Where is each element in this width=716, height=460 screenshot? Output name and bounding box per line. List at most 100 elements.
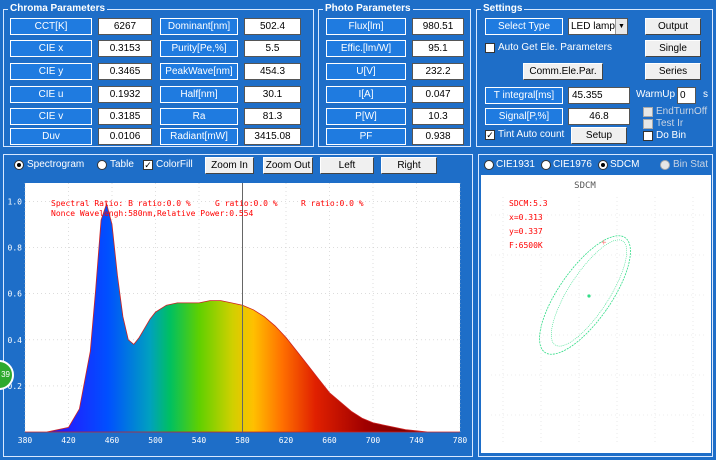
cie1931-radio[interactable] <box>484 160 494 170</box>
t-integral-label: T integral[ms] <box>485 87 563 104</box>
y-tick-label: 1.0 <box>8 197 23 206</box>
chroma-label-3: CIE u <box>10 86 92 103</box>
photo-label-1: Effic.[lm/W] <box>326 40 406 57</box>
chroma-label-right-2: PeakWave[nm] <box>160 63 238 80</box>
colorfill-label: ColorFill <box>156 159 193 170</box>
chroma-label-5: Duv <box>10 128 92 145</box>
chroma-value-right-2: 454.3 <box>244 63 301 80</box>
sdcm-target-marker: + <box>601 238 607 248</box>
photo-value-2: 232.2 <box>412 63 464 80</box>
colorfill-checkbox[interactable]: ✓ <box>143 160 153 170</box>
chroma-value-1: 0.3153 <box>98 40 152 57</box>
t-integral-input[interactable]: 45.355 <box>568 87 630 104</box>
single-button[interactable]: Single <box>645 40 701 57</box>
output-button[interactable]: Output <box>645 18 701 35</box>
select-type-dropdown[interactable]: LED lamp ▼ <box>568 18 628 35</box>
zoom-out-button[interactable]: Zoom Out <box>263 157 313 174</box>
sdcm-value: SDCM:5.3 <box>509 199 548 208</box>
side-badge-number: 39 <box>1 370 10 379</box>
zoom-in-button[interactable]: Zoom In <box>205 157 254 174</box>
auto-get-label: Auto Get Ele. Parameters <box>498 42 612 53</box>
spectral-ratio-r: R ratio:0.0 % <box>301 199 364 208</box>
chroma-label-right-4: Ra <box>160 108 238 125</box>
chroma-value-right-0: 502.4 <box>244 18 301 35</box>
spectral-ratio-g: G ratio:0.0 % <box>215 199 278 208</box>
series-button[interactable]: Series <box>645 63 701 80</box>
photo-value-5: 0.938 <box>412 128 464 145</box>
chevron-down-icon: ▼ <box>615 19 627 34</box>
bin-stat-radio[interactable] <box>660 160 670 170</box>
x-tick-label: 580 <box>235 436 250 445</box>
chroma-value-3: 0.1932 <box>98 86 152 103</box>
spectrogram-radio[interactable] <box>14 160 24 170</box>
photo-label-3: I[A] <box>326 86 406 103</box>
photo-value-4: 10.3 <box>412 108 464 125</box>
chroma-value-5: 0.0106 <box>98 128 152 145</box>
warmup-label: WarmUp <box>636 89 676 100</box>
x-tick-label: 540 <box>192 436 207 445</box>
chroma-value-right-4: 81.3 <box>244 108 301 125</box>
photo-label-4: P[W] <box>326 108 406 125</box>
sdcm-chart[interactable]: SDCM SDCM:5.3 x=0.313 y=0.337 F:6500K + <box>481 175 711 453</box>
sdcm-plot-title: SDCM <box>574 181 596 191</box>
sdcm-y: y=0.337 <box>509 227 543 236</box>
y-tick-label: 0.8 <box>8 244 23 253</box>
chroma-label-0: CCT[K] <box>10 18 92 35</box>
settings-title: Settings <box>481 3 525 15</box>
sdcm-tab-label: SDCM <box>610 159 640 170</box>
spectrogram-tab-label: Spectrogram <box>27 159 85 170</box>
table-tab-label: Table <box>110 159 134 170</box>
x-tick-label: 460 <box>105 436 120 445</box>
nonce-wavelength: Nonce Wavelengh:580nm,Relative Power:0.5… <box>51 209 253 218</box>
chroma-parameters-title: Chroma Parameters <box>8 3 108 15</box>
test-ir-checkbox[interactable] <box>643 119 653 129</box>
photo-value-3: 0.047 <box>412 86 464 103</box>
sdcm-f: F:6500K <box>509 241 543 250</box>
chroma-value-right-1: 5.5 <box>244 40 301 57</box>
x-tick-label: 780 <box>453 436 468 445</box>
endturnoff-label: EndTurnOff <box>656 106 708 117</box>
chroma-value-0: 6267 <box>98 18 152 35</box>
cie1976-tab-label: CIE1976 <box>553 159 592 170</box>
chroma-value-4: 0.3185 <box>98 108 152 125</box>
warmup-input[interactable]: 0 <box>677 87 696 104</box>
cie1931-tab-label: CIE1931 <box>496 159 535 170</box>
photo-label-2: U[V] <box>326 63 406 80</box>
bin-stat-tab-label: Bin Stat <box>673 159 709 170</box>
tint-auto-checkbox[interactable]: ✓ <box>485 130 495 140</box>
select-type-value: LED lamp <box>571 21 615 32</box>
y-tick-label: 0.6 <box>8 290 23 299</box>
photo-value-1: 95.1 <box>412 40 464 57</box>
x-tick-label: 620 <box>279 436 294 445</box>
comm-ele-par-button[interactable]: Comm.Ele.Par. <box>523 63 603 80</box>
photo-label-0: Flux[lm] <box>326 18 406 35</box>
warmup-unit: s <box>703 89 708 100</box>
sdcm-x: x=0.313 <box>509 213 543 222</box>
chroma-value-right-3: 30.1 <box>244 86 301 103</box>
y-tick-label: 0.4 <box>8 336 23 345</box>
endturnoff-checkbox[interactable] <box>643 107 653 117</box>
auto-get-checkbox[interactable] <box>485 43 495 53</box>
chroma-value-right-5: 3415.08 <box>244 128 301 145</box>
photo-parameters-title: Photo Parameters <box>323 3 413 15</box>
sdcm-radio[interactable] <box>598 160 608 170</box>
chroma-label-4: CIE v <box>10 108 92 125</box>
left-button[interactable]: Left <box>320 157 374 174</box>
chroma-label-2: CIE y <box>10 63 92 80</box>
cie1976-radio[interactable] <box>541 160 551 170</box>
spectral-ratio-b: Spectral Ratio: B ratio:0.0 % <box>51 199 191 208</box>
right-button[interactable]: Right <box>381 157 437 174</box>
sdcm-measured-point <box>587 294 591 298</box>
table-radio[interactable] <box>97 160 107 170</box>
do-bin-checkbox[interactable] <box>643 131 653 141</box>
do-bin-label: Do Bin <box>656 130 687 141</box>
spectrum-chart[interactable]: 380 420 460 500 540 580 620 660 700 740 7800.20.40… <box>5 175 471 453</box>
photo-label-5: PF <box>326 128 406 145</box>
select-type-label: Select Type <box>485 18 563 35</box>
x-tick-label: 380 <box>18 436 33 445</box>
chroma-label-right-0: Dominant[nm] <box>160 18 238 35</box>
photo-value-0: 980.51 <box>412 18 464 35</box>
setup-button[interactable]: Setup <box>571 127 627 144</box>
chroma-label-right-1: Purity[Pe,%] <box>160 40 238 57</box>
chroma-label-right-5: Radiant[mW] <box>160 128 238 145</box>
